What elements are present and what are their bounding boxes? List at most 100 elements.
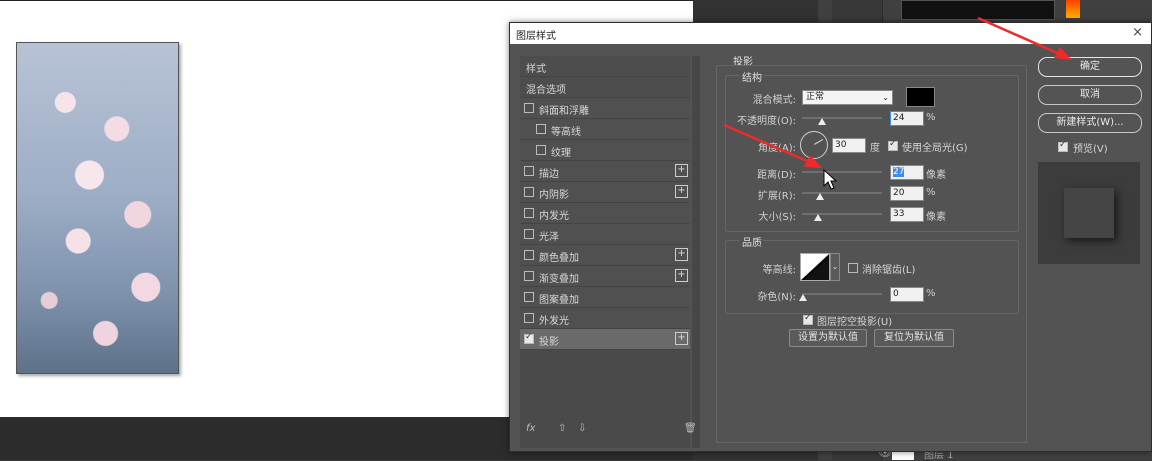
add-icon[interactable]: + <box>675 332 688 345</box>
preview-square <box>1064 188 1114 238</box>
style-checkbox[interactable] <box>524 271 534 281</box>
knockout-checkbox[interactable] <box>803 313 813 325</box>
style-item-label: 内发光 <box>539 211 569 222</box>
spread-slider[interactable] <box>802 192 882 194</box>
style-list-item[interactable]: 光泽 <box>520 224 690 245</box>
style-checkbox[interactable] <box>524 187 534 197</box>
angle-dial[interactable] <box>800 131 828 159</box>
close-icon[interactable]: × <box>1132 25 1143 40</box>
style-list-item[interactable]: 斜面和浮雕 <box>520 98 690 119</box>
size-slider-knob[interactable] <box>814 214 822 221</box>
contour-label: 等高线: <box>762 265 796 276</box>
fx-icon[interactable]: fx <box>526 423 535 434</box>
style-list-item[interactable]: 内发光 <box>520 203 690 224</box>
color-picker-field[interactable] <box>901 0 1055 20</box>
add-icon[interactable]: + <box>675 185 688 198</box>
chevron-down-icon: ⌄ <box>882 93 889 102</box>
opacity-slider-knob[interactable] <box>818 118 826 125</box>
quality-title: 品质 <box>740 234 764 249</box>
style-item-label: 图案叠加 <box>539 295 579 306</box>
angle-input[interactable]: 30 <box>832 138 866 153</box>
style-checkbox[interactable] <box>524 103 534 113</box>
dialog-titlebar: 图层样式 × <box>510 23 1151 44</box>
move-up-icon[interactable]: ⇧ <box>558 423 566 434</box>
distance-slider-knob[interactable] <box>823 172 831 179</box>
style-checkbox[interactable] <box>524 332 534 344</box>
set-default-button[interactable]: 设置为默认值 <box>789 329 867 347</box>
noise-input[interactable]: 0 <box>890 287 924 302</box>
style-checkbox[interactable] <box>524 166 534 176</box>
style-item-label: 样式 <box>526 64 546 75</box>
opacity-label: 不透明度(O): <box>736 116 796 127</box>
spread-unit: % <box>926 187 936 198</box>
ok-button[interactable]: 确定 <box>1038 57 1142 77</box>
style-list-item[interactable]: 描边 + <box>520 161 690 182</box>
structure-title: 结构 <box>740 69 764 84</box>
global-light-checkbox[interactable] <box>888 139 898 151</box>
chevron-down-icon[interactable]: ⌄ <box>830 253 840 281</box>
blend-mode-select[interactable]: 正常 ⌄ <box>802 90 893 105</box>
distance-unit: 像素 <box>926 170 946 181</box>
contour-preview[interactable] <box>800 253 830 281</box>
style-checkbox[interactable] <box>524 208 534 218</box>
style-item-label: 外发光 <box>539 316 569 327</box>
opacity-input[interactable]: 24 <box>890 111 924 126</box>
style-item-label: 描边 <box>539 169 559 180</box>
noise-slider-knob[interactable] <box>799 294 807 301</box>
style-list-item[interactable]: 混合选项 <box>520 77 690 98</box>
add-icon[interactable]: + <box>675 164 688 177</box>
size-input[interactable]: 33 <box>890 207 924 222</box>
style-checkbox[interactable] <box>524 250 534 260</box>
style-preview <box>1038 162 1140 264</box>
style-item-label: 纹理 <box>551 148 571 159</box>
trash-icon[interactable]: 🗑 <box>684 423 697 434</box>
style-item-label: 混合选项 <box>526 85 566 96</box>
style-list-item[interactable]: 图案叠加 <box>520 287 690 308</box>
style-list-item[interactable]: 颜色叠加 + <box>520 245 690 266</box>
style-list-item[interactable]: 样式 <box>520 56 690 77</box>
style-list-item[interactable]: 外发光 <box>520 308 690 329</box>
spread-input[interactable]: 20 <box>890 186 924 201</box>
style-checkbox[interactable] <box>524 313 534 323</box>
distance-label: 距离(D): <box>757 170 796 181</box>
size-unit: 像素 <box>926 212 946 223</box>
style-item-label: 光泽 <box>539 232 559 243</box>
style-item-label: 等高线 <box>551 127 581 138</box>
style-list-item[interactable]: 渐变叠加 + <box>520 266 690 287</box>
reset-default-button[interactable]: 复位为默认值 <box>874 329 954 347</box>
noise-slider[interactable] <box>802 293 882 295</box>
style-checkbox[interactable] <box>524 229 534 239</box>
style-item-label: 投影 <box>539 337 559 348</box>
style-list-scrollbar[interactable] <box>692 56 700 448</box>
style-list-item[interactable]: 内阴影 + <box>520 182 690 203</box>
global-light-label: 使用全局光(G) <box>902 143 968 154</box>
layer-style-dialog: 图层样式 × 样式 混合选项 斜面和浮雕 等高线 纹理 描边 + 内阴影 + 内发光 光泽 颜色叠加 +… <box>509 22 1152 452</box>
cancel-button[interactable]: 取消 <box>1038 85 1142 105</box>
shadow-color-swatch[interactable] <box>906 87 935 107</box>
size-label: 大小(S): <box>758 212 796 223</box>
noise-unit: % <box>926 288 936 299</box>
anti-alias-label: 消除锯齿(L) <box>862 265 916 276</box>
hue-slider[interactable] <box>1066 0 1080 18</box>
style-checkbox[interactable] <box>536 124 546 134</box>
opacity-slider[interactable] <box>802 117 882 119</box>
preview-checkbox[interactable] <box>1058 140 1068 152</box>
style-list-item[interactable]: 投影 + <box>520 329 690 350</box>
style-list-item[interactable]: 等高线 <box>520 119 690 140</box>
anti-alias-checkbox[interactable] <box>848 263 858 273</box>
angle-unit: 度 <box>870 143 880 154</box>
style-list-footer: fx ⇧ ⇩ 🗑 <box>520 423 700 441</box>
distance-input[interactable]: 27 <box>890 165 924 180</box>
angle-label: 角度(A): <box>757 143 796 154</box>
spread-slider-knob[interactable] <box>816 193 824 200</box>
style-item-label: 斜面和浮雕 <box>539 106 589 117</box>
style-checkbox[interactable] <box>524 292 534 302</box>
distance-slider[interactable] <box>802 171 882 173</box>
add-icon[interactable]: + <box>675 269 688 282</box>
style-checkbox[interactable] <box>536 145 546 155</box>
style-list-item[interactable]: 纹理 <box>520 140 690 161</box>
spread-label: 扩展(R): <box>757 191 796 202</box>
add-icon[interactable]: + <box>675 248 688 261</box>
new-style-button[interactable]: 新建样式(W)... <box>1038 113 1142 133</box>
move-down-icon[interactable]: ⇩ <box>578 423 586 434</box>
